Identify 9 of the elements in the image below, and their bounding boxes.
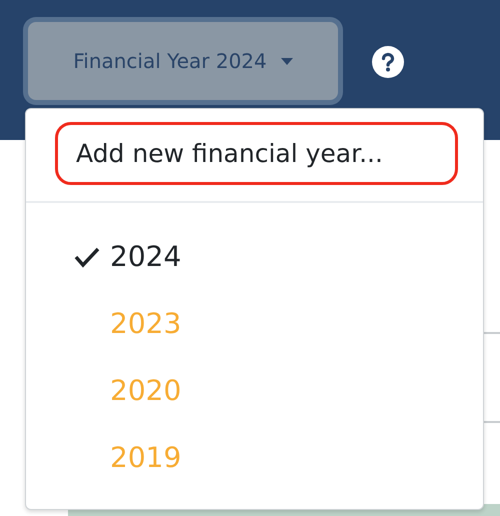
caret-icon (280, 58, 293, 64)
year-menu-item[interactable]: 2024 (26, 223, 483, 290)
check-icon (74, 246, 100, 268)
year-menu-item[interactable]: 2019 (26, 424, 483, 491)
year-dropdown-button[interactable]: Financial Year 2024 (28, 22, 338, 100)
add-year-menu-item[interactable]: Add new financial year... (55, 122, 458, 185)
help-icon[interactable] (372, 46, 404, 78)
year-menu-item[interactable]: 2020 (26, 357, 483, 424)
year-menu-item[interactable]: 2023 (26, 290, 483, 357)
